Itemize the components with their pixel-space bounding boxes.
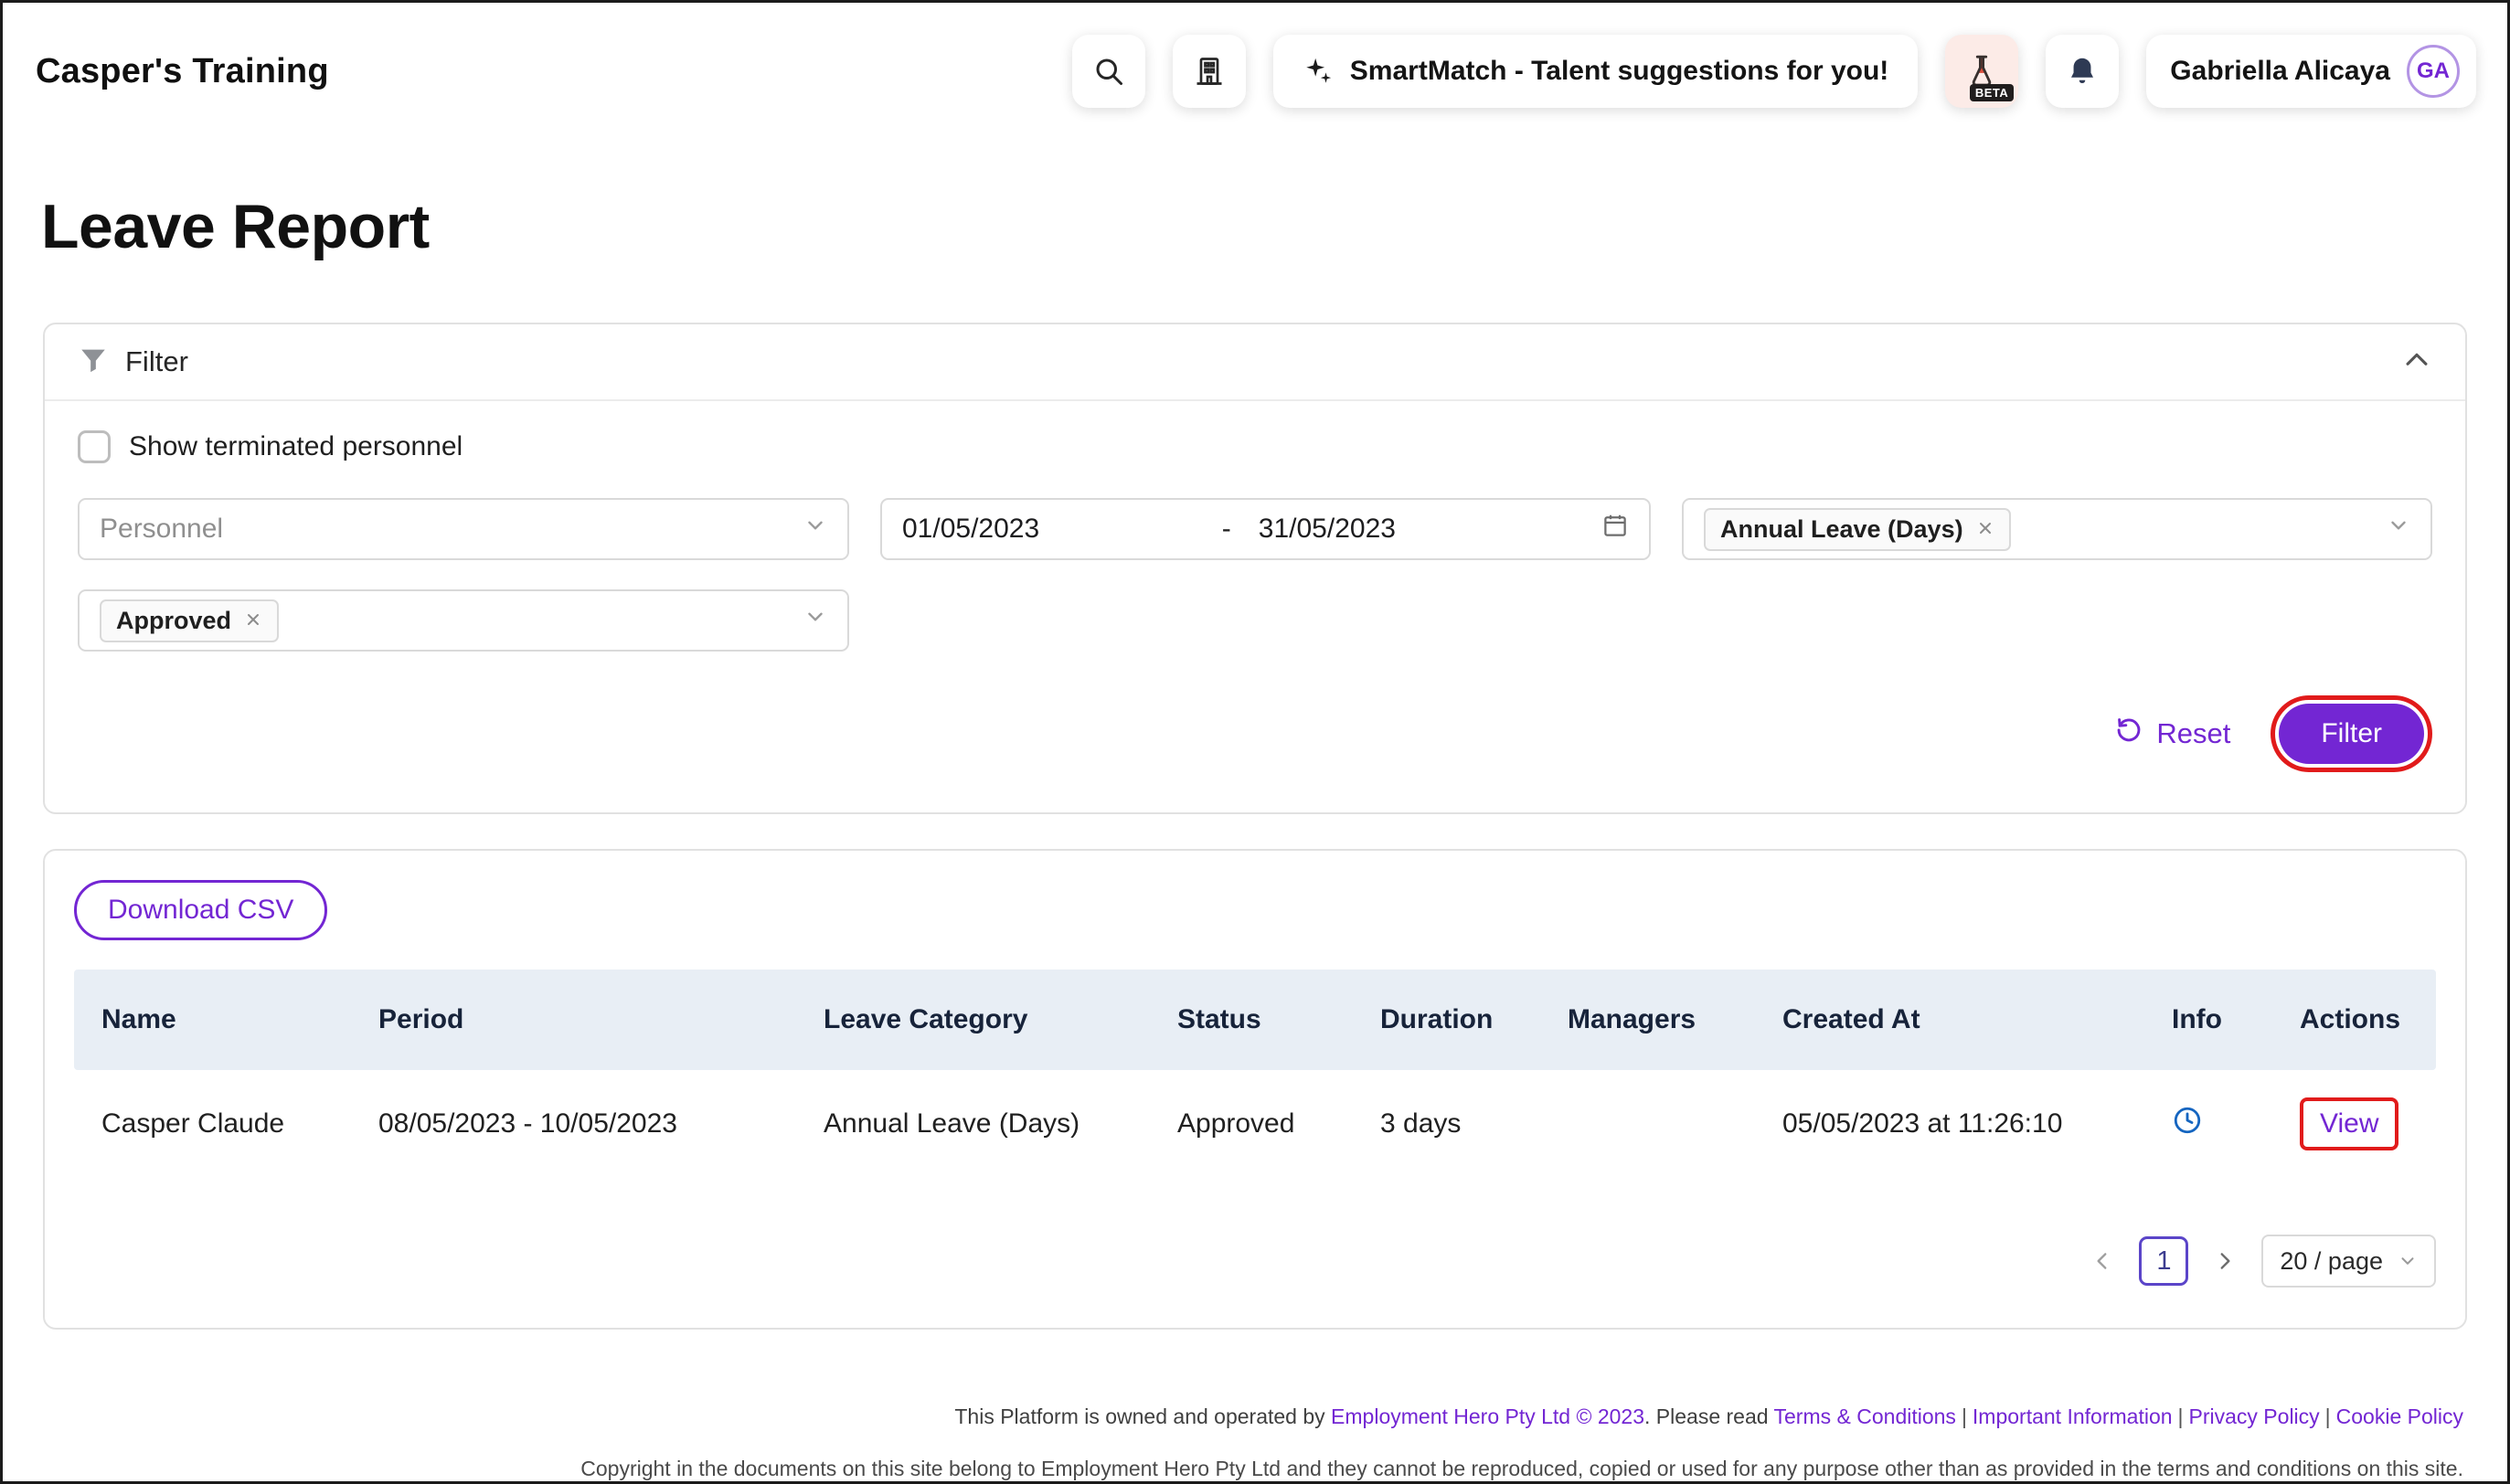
chevron-down-icon xyxy=(803,514,827,545)
column-header-name: Name xyxy=(74,1004,351,1035)
reset-label: Reset xyxy=(2156,717,2230,750)
column-header-info: Info xyxy=(2144,1004,2272,1035)
cell-name: Casper Claude xyxy=(74,1108,351,1140)
footer-link-cookie-policy[interactable]: Cookie Policy xyxy=(2336,1404,2463,1428)
calendar-icon xyxy=(1601,512,1629,546)
status-select[interactable]: Approved xyxy=(78,589,849,652)
search-icon xyxy=(1092,55,1125,88)
leave-category-tag-label: Annual Leave (Days) xyxy=(1720,515,1963,544)
column-header-created-at: Created At xyxy=(1755,1004,2144,1035)
personnel-placeholder: Personnel xyxy=(100,514,223,545)
date-range-picker[interactable]: 01/05/2023 - 31/05/2023 xyxy=(880,498,1651,560)
page-title: Leave Report xyxy=(41,191,2507,262)
show-terminated-checkbox[interactable] xyxy=(78,430,111,463)
column-header-leave-category: Leave Category xyxy=(796,1004,1150,1035)
page-size-select[interactable]: 20 / page xyxy=(2261,1235,2436,1288)
column-header-status: Status xyxy=(1150,1004,1353,1035)
footer-link-important-information[interactable]: Important Information xyxy=(1973,1404,2173,1428)
status-tag: Approved xyxy=(100,599,279,642)
page-size-value: 20 / page xyxy=(2280,1247,2383,1276)
reset-button[interactable]: Reset xyxy=(2114,716,2230,752)
results-card: Download CSV Name Period Leave Category … xyxy=(43,849,2467,1330)
footer-separator: | xyxy=(2178,1404,2184,1428)
column-header-duration: Duration xyxy=(1353,1004,1540,1035)
notifications-button[interactable] xyxy=(2046,35,2119,108)
tag-close-icon[interactable] xyxy=(1976,515,1994,544)
footer: This Platform is owned and operated by E… xyxy=(3,1401,2463,1484)
cell-period: 08/05/2023 - 10/05/2023 xyxy=(351,1108,796,1140)
annotation-highlight-filter: Filter xyxy=(2271,695,2432,772)
personnel-select[interactable]: Personnel xyxy=(78,498,849,560)
leave-category-select[interactable]: Annual Leave (Days) xyxy=(1682,498,2432,560)
cell-duration: 3 days xyxy=(1353,1108,1540,1140)
sparkle-icon xyxy=(1303,56,1334,87)
show-terminated-checkbox-row[interactable]: Show terminated personnel xyxy=(78,430,463,463)
leave-report-page: Casper's Training xyxy=(0,0,2510,1484)
smartmatch-label: SmartMatch - Talent suggestions for you! xyxy=(1350,56,1889,87)
footer-line2: Copyright in the documents on this site … xyxy=(3,1453,2463,1484)
filter-row-2: Approved xyxy=(78,589,2432,652)
footer-separator: | xyxy=(1962,1404,1967,1428)
search-button[interactable] xyxy=(1072,35,1145,108)
next-page-icon[interactable] xyxy=(2207,1243,2243,1279)
chevron-down-icon xyxy=(803,605,827,636)
building-icon xyxy=(1193,55,1226,88)
current-page[interactable]: 1 xyxy=(2139,1236,2188,1286)
download-csv-button[interactable]: Download CSV xyxy=(74,880,327,940)
footer-separator: | xyxy=(2325,1404,2331,1428)
collapse-chevron-up-icon[interactable] xyxy=(2401,344,2432,380)
date-to-value[interactable]: 31/05/2023 xyxy=(1259,514,1396,545)
table-row: Casper Claude 08/05/2023 - 10/05/2023 An… xyxy=(74,1070,2436,1178)
labs-button[interactable]: BETA xyxy=(1945,35,2018,108)
annotation-highlight-view: View xyxy=(2300,1097,2398,1150)
cell-info xyxy=(2144,1105,2272,1143)
avatar: GA xyxy=(2407,45,2460,98)
beta-badge: BETA xyxy=(1970,84,2014,101)
funnel-icon xyxy=(78,344,109,380)
footer-mid: . Please read xyxy=(1644,1404,1774,1428)
chevron-down-icon xyxy=(2398,1251,2418,1271)
filter-body: Show terminated personnel Personnel 01/0… xyxy=(45,401,2465,812)
date-from-value[interactable]: 01/05/2023 xyxy=(902,514,1222,545)
status-tag-label: Approved xyxy=(116,607,231,635)
footer-prefix: This Platform is owned and operated by xyxy=(954,1404,1331,1428)
filter-row-1: Personnel 01/05/2023 - 31/05/2023 xyxy=(78,498,2432,560)
filter-card: Filter Show terminated personnel Personn… xyxy=(43,323,2467,814)
column-header-actions: Actions xyxy=(2272,1004,2436,1035)
pagination: 1 20 / page xyxy=(74,1235,2436,1288)
footer-line1: This Platform is owned and operated by E… xyxy=(3,1401,2463,1433)
column-header-managers: Managers xyxy=(1540,1004,1755,1035)
column-header-period: Period xyxy=(351,1004,796,1035)
chevron-down-icon xyxy=(2387,514,2410,545)
cell-created-at: 05/05/2023 at 11:26:10 xyxy=(1755,1108,2144,1140)
date-range-separator: - xyxy=(1222,514,1231,545)
user-profile-button[interactable]: Gabriella Alicaya GA xyxy=(2146,35,2476,108)
previous-page-icon[interactable] xyxy=(2084,1243,2121,1279)
filter-card-title: Filter xyxy=(125,345,188,378)
filter-submit-button[interactable]: Filter xyxy=(2279,704,2424,764)
bell-icon xyxy=(2066,55,2099,88)
reset-icon xyxy=(2114,716,2143,752)
tag-close-icon[interactable] xyxy=(244,607,262,635)
footer-link-terms[interactable]: Terms & Conditions xyxy=(1774,1404,1956,1428)
topbar-actions: SmartMatch - Talent suggestions for you!… xyxy=(1072,35,2476,108)
topbar: Casper's Training xyxy=(3,3,2507,140)
filter-card-header[interactable]: Filter xyxy=(45,324,2465,401)
app-title: Casper's Training xyxy=(36,52,329,91)
table-header-row: Name Period Leave Category Status Durati… xyxy=(74,970,2436,1070)
footer-company-link[interactable]: Employment Hero Pty Ltd © 2023 xyxy=(1331,1404,1644,1428)
filter-actions: Reset Filter xyxy=(78,695,2432,772)
cell-actions: View xyxy=(2272,1097,2436,1150)
show-terminated-label: Show terminated personnel xyxy=(129,431,463,462)
organisation-button[interactable] xyxy=(1173,35,1246,108)
clock-info-icon[interactable] xyxy=(2172,1112,2203,1142)
user-name: Gabriella Alicaya xyxy=(2170,56,2390,87)
footer-link-privacy-policy[interactable]: Privacy Policy xyxy=(2189,1404,2320,1428)
smartmatch-button[interactable]: SmartMatch - Talent suggestions for you! xyxy=(1273,35,1919,108)
leave-category-tag: Annual Leave (Days) xyxy=(1704,508,2011,551)
cell-status: Approved xyxy=(1150,1108,1353,1140)
cell-leave-category: Annual Leave (Days) xyxy=(796,1108,1150,1140)
view-link[interactable]: View xyxy=(2320,1108,2378,1139)
